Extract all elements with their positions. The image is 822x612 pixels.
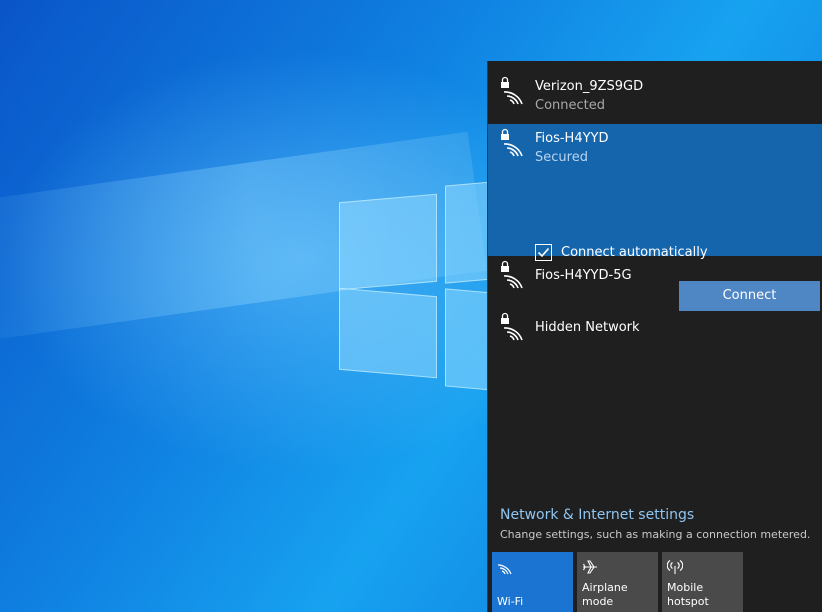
- airplane-icon: [583, 560, 597, 574]
- network-name: Fios-H4YYD-5G: [535, 268, 632, 283]
- secured-wifi-icon: [501, 312, 523, 341]
- network-settings-subtitle: Change settings, such as making a connec…: [500, 528, 811, 541]
- mobile-hotspot-label-line2: hotspot: [667, 595, 709, 608]
- network-status: Connected: [535, 98, 606, 113]
- network-status: Secured: [535, 150, 588, 165]
- network-item-hidden[interactable]: Hidden Network: [488, 309, 822, 361]
- secured-wifi-icon: [501, 128, 523, 157]
- mobile-hotspot-tile[interactable]: Mobile hotspot: [662, 552, 743, 612]
- network-item-fios[interactable]: Fios-H4YYD Secured Connect automatically…: [488, 124, 822, 311]
- network-name: Verizon_9ZS9GD: [535, 79, 644, 94]
- network-item-fios-5g[interactable]: Fios-H4YYD-5G: [488, 257, 822, 309]
- wifi-tile[interactable]: Wi-Fi: [492, 552, 573, 612]
- network-flyout: Verizon_9ZS9GD Connected Fios-H4YYD Secu…: [487, 61, 822, 612]
- hotspot-icon: [667, 560, 683, 574]
- wifi-tile-label: Wi-Fi: [497, 595, 524, 608]
- mobile-hotspot-label-line1: Mobile: [667, 581, 704, 594]
- logo-pane: [339, 287, 437, 379]
- airplane-mode-tile-label: Airplane mode: [582, 581, 628, 608]
- wifi-icon: [497, 564, 512, 575]
- airplane-mode-tile[interactable]: Airplane mode: [577, 552, 658, 612]
- secured-wifi-icon: [501, 260, 523, 289]
- logo-pane: [339, 193, 437, 291]
- network-item-verizon[interactable]: Verizon_9ZS9GD Connected: [488, 61, 822, 123]
- mobile-hotspot-tile-label: Mobile hotspot: [667, 581, 709, 609]
- network-name: Fios-H4YYD: [535, 131, 609, 146]
- secured-wifi-icon: [501, 76, 523, 105]
- network-name: Hidden Network: [535, 320, 640, 335]
- network-settings-link[interactable]: Network & Internet settings: [500, 507, 694, 523]
